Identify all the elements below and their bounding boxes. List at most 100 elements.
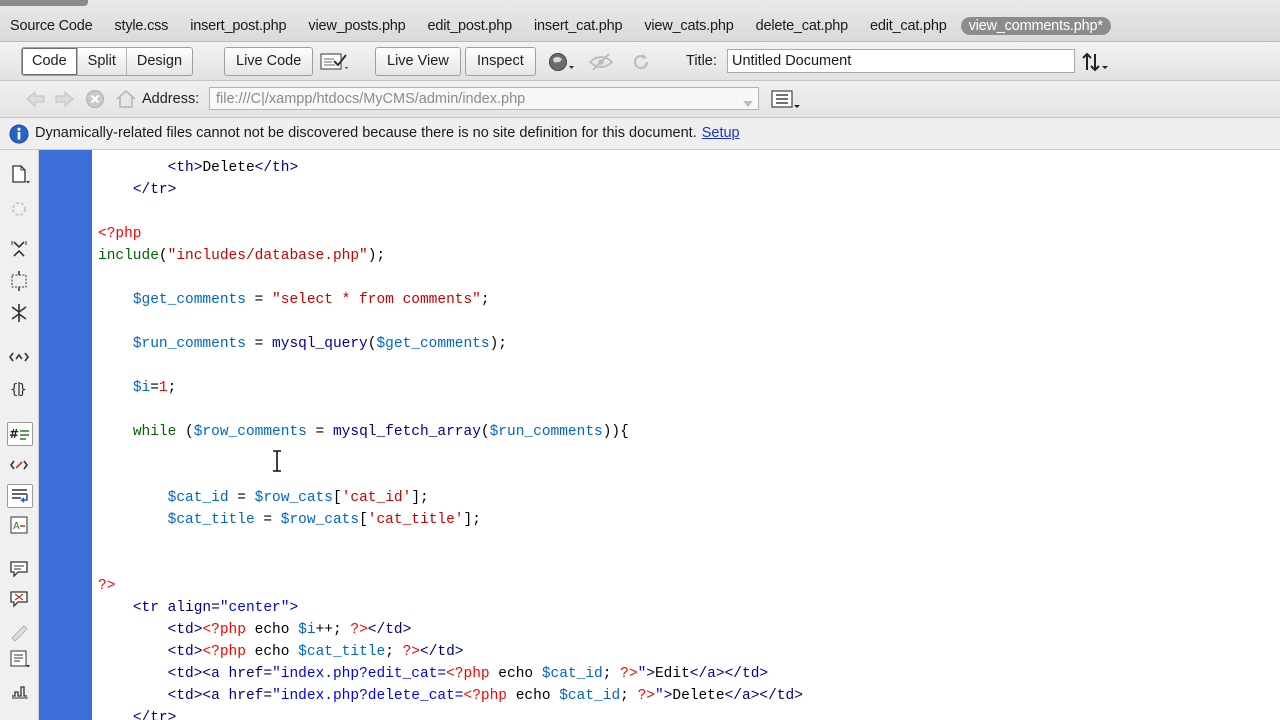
code-token: Delete bbox=[672, 688, 725, 704]
code-token: ?> bbox=[637, 688, 655, 704]
chevron-down-icon[interactable] bbox=[742, 95, 754, 111]
file-tab[interactable]: delete_cat.php bbox=[756, 18, 849, 34]
file-tab-active[interactable]: view_comments.php* bbox=[960, 17, 1111, 35]
live-code-button[interactable]: Live Code bbox=[224, 47, 314, 76]
recent-snippets-icon[interactable] bbox=[8, 648, 32, 670]
code-token: { bbox=[620, 424, 629, 440]
highlight-invalid-code-icon[interactable] bbox=[8, 454, 32, 476]
code-line[interactable]: 41 $run_comments = mysql_query($get_comm… bbox=[92, 333, 1280, 355]
code-line[interactable]: 38 bbox=[92, 267, 1280, 289]
live-view-button[interactable]: Live View bbox=[375, 47, 461, 76]
check-compatibility-icon[interactable] bbox=[320, 51, 352, 76]
stop-icon[interactable] bbox=[85, 89, 105, 112]
code-line[interactable]: 53 <tr align="center"> bbox=[92, 597, 1280, 619]
code-line[interactable]: 34 </tr> bbox=[92, 179, 1280, 201]
open-documents-icon[interactable] bbox=[8, 164, 32, 186]
code-token: )) bbox=[602, 424, 621, 440]
apply-comment-icon[interactable] bbox=[8, 558, 32, 580]
design-view-button[interactable]: Design bbox=[127, 48, 192, 75]
code-token: </a></td> bbox=[689, 666, 769, 682]
syntax-coloring-icon[interactable]: A bbox=[8, 514, 32, 536]
code-line[interactable]: 42 bbox=[92, 355, 1280, 377]
file-tab[interactable]: edit_cat.php bbox=[870, 18, 947, 34]
code-token: include bbox=[98, 248, 159, 264]
code-line[interactable]: 33 <th>Delete</th> bbox=[92, 157, 1280, 179]
refresh-icon[interactable] bbox=[630, 51, 652, 76]
collapse-selection-icon[interactable] bbox=[8, 270, 32, 292]
code-line[interactable]: 54 <td><?php echo $i++; ?></td> bbox=[92, 619, 1280, 641]
select-parent-tag-icon[interactable] bbox=[8, 346, 32, 368]
code-line[interactable]: 45 while ($row_comments = mysql_fetch_ar… bbox=[92, 421, 1280, 443]
file-tab[interactable]: view_posts.php bbox=[308, 18, 405, 34]
code-view-button[interactable]: Code bbox=[22, 48, 78, 75]
code-token: ; bbox=[480, 292, 490, 308]
line-numbers-icon[interactable]: # bbox=[7, 422, 33, 446]
preview-in-browser-icon[interactable] bbox=[548, 51, 578, 76]
wrap-tag-icon[interactable] bbox=[8, 620, 32, 642]
back-arrow-icon[interactable] bbox=[25, 89, 47, 112]
visual-aids-icon[interactable] bbox=[587, 51, 617, 76]
svg-text:#: # bbox=[9, 427, 19, 441]
code-token: mysql_fetch_array bbox=[332, 424, 481, 440]
file-tab[interactable]: Source Code bbox=[10, 18, 93, 34]
code-line[interactable]: 48 $cat_id = $row_cats['cat_id']; bbox=[92, 487, 1280, 509]
code-token: </tr> bbox=[132, 710, 177, 720]
code-line[interactable]: 44 bbox=[92, 399, 1280, 421]
code-line[interactable]: 55 <td><?php echo $cat_title; ?></td> bbox=[92, 641, 1280, 663]
file-tab[interactable]: insert_cat.php bbox=[534, 18, 622, 34]
balance-braces-icon[interactable]: {} bbox=[8, 378, 32, 400]
code-token: <?php bbox=[463, 688, 508, 704]
code-token: $i bbox=[132, 380, 151, 396]
code-token: ; bbox=[620, 688, 638, 704]
home-icon[interactable] bbox=[115, 89, 137, 112]
code-token: ?> bbox=[98, 578, 116, 594]
code-line[interactable]: 36<?php bbox=[92, 223, 1280, 245]
code-token: = bbox=[245, 336, 273, 352]
browser-navigation-bar: Address: bbox=[0, 81, 1280, 118]
code-line[interactable]: 56 <td><a href="index.php?edit_cat=<?php… bbox=[92, 663, 1280, 685]
code-line[interactable]: 50 bbox=[92, 531, 1280, 553]
remove-comment-icon[interactable] bbox=[8, 588, 32, 610]
code-token: $cat_id bbox=[541, 666, 603, 682]
code-line[interactable]: 35 bbox=[92, 201, 1280, 223]
code-line[interactable]: 49 $cat_title = $row_cats['cat_title']; bbox=[92, 509, 1280, 531]
code-line[interactable]: 58 </tr> bbox=[92, 707, 1280, 720]
address-field[interactable] bbox=[209, 87, 759, 110]
file-management-icon[interactable] bbox=[1080, 50, 1112, 77]
format-source-code-icon[interactable] bbox=[8, 680, 32, 702]
info-message: Dynamically-related files cannot not be … bbox=[35, 125, 740, 141]
file-tab[interactable]: insert_post.php bbox=[190, 18, 286, 34]
file-tab[interactable]: style.css bbox=[114, 18, 168, 34]
code-line[interactable]: 52?> bbox=[92, 575, 1280, 597]
code-editor[interactable]: 33 <th>Delete</th>34 </tr>3536<?php37inc… bbox=[92, 150, 1280, 720]
code-line[interactable]: 43 $i=1; bbox=[92, 377, 1280, 399]
code-line[interactable]: 57 <td><a href="index.php?delete_cat=<?p… bbox=[92, 685, 1280, 707]
file-tab[interactable]: edit_post.php bbox=[428, 18, 513, 34]
document-title-field[interactable] bbox=[727, 49, 1075, 73]
collapse-full-tag-icon[interactable] bbox=[8, 238, 32, 260]
forward-arrow-icon[interactable] bbox=[53, 89, 75, 112]
word-wrap-icon[interactable] bbox=[7, 484, 33, 508]
code-token: Delete bbox=[202, 160, 255, 176]
file-tab[interactable]: view_cats.php bbox=[644, 18, 733, 34]
code-token: $cat_title bbox=[298, 644, 386, 660]
code-line[interactable]: 37include("includes/database.php"); bbox=[92, 245, 1280, 267]
code-token: [ bbox=[332, 490, 342, 506]
address-label: Address: bbox=[142, 91, 200, 107]
split-view-button[interactable]: Split bbox=[78, 48, 127, 75]
code-line[interactable]: 51 bbox=[92, 553, 1280, 575]
live-view-options-icon[interactable] bbox=[771, 89, 803, 114]
code-line[interactable]: 40 bbox=[92, 311, 1280, 333]
code-token: = bbox=[306, 424, 333, 440]
code-line[interactable]: 39 $get_comments = "select * from commen… bbox=[92, 289, 1280, 311]
show-code-navigator-icon[interactable] bbox=[8, 198, 32, 220]
setup-link[interactable]: Setup bbox=[702, 125, 740, 141]
inspect-button[interactable]: Inspect bbox=[465, 47, 536, 76]
expand-all-icon[interactable] bbox=[8, 302, 32, 324]
view-mode-switch: Code Split Design bbox=[21, 47, 194, 76]
code-token: Edit bbox=[654, 666, 690, 682]
